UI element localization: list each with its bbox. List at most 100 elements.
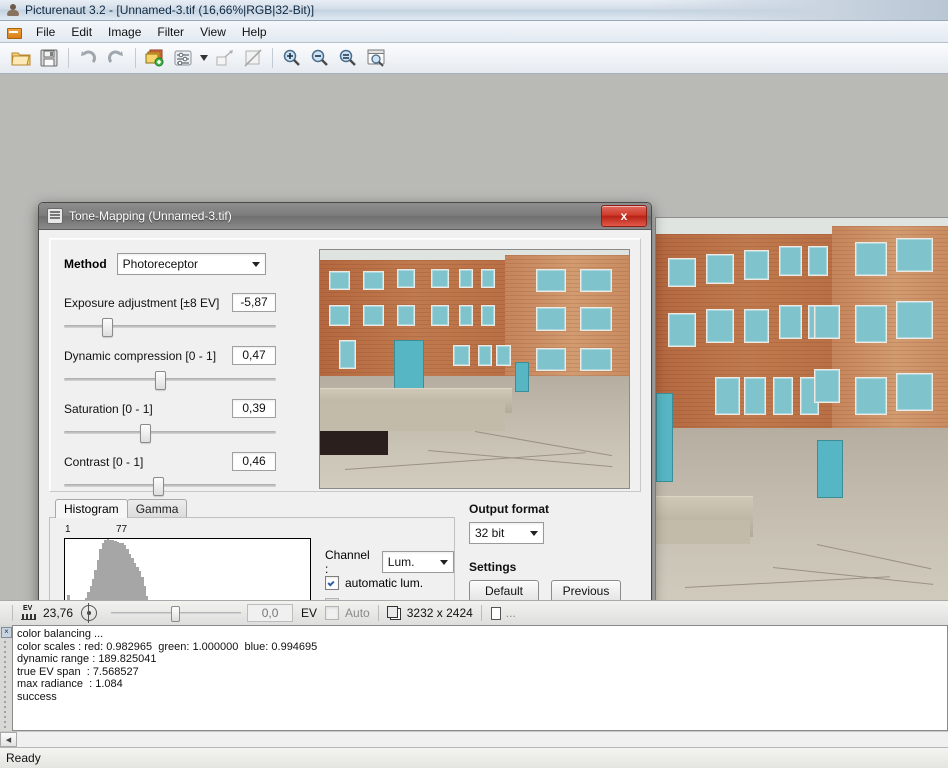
- slider-label: Exposure adjustment [±8 EV]: [64, 295, 220, 310]
- close-icon[interactable]: ×: [1, 627, 12, 638]
- create-hdr-icon[interactable]: [142, 46, 168, 70]
- tab-gamma[interactable]: Gamma: [126, 499, 188, 518]
- zoom-fit-icon[interactable]: [335, 46, 361, 70]
- automatic-lum-checkbox[interactable]: [325, 576, 339, 590]
- dropdown-arrow-icon[interactable]: [198, 46, 210, 70]
- page-value: ...: [505, 606, 516, 620]
- slider-thumb[interactable]: [102, 318, 114, 337]
- log-line: true EV span : 7.568527: [17, 665, 139, 678]
- ev-unit-label: EV: [301, 606, 318, 620]
- open-icon[interactable]: [8, 46, 34, 70]
- dialog-title-bar[interactable]: Tone-Mapping (Unnamed-3.tif) x: [39, 203, 651, 230]
- slider-track: [64, 378, 276, 381]
- saturation-value-field[interactable]: 0,39: [232, 399, 276, 418]
- histogram-bars: [65, 539, 310, 600]
- toolbar-separator: [272, 48, 273, 68]
- histogram-marker-right: 77: [116, 524, 128, 535]
- system-menu-icon[interactable]: [6, 25, 22, 39]
- slider-track: [64, 431, 276, 434]
- save-icon[interactable]: [36, 46, 62, 70]
- document-image-window[interactable]: [655, 217, 948, 600]
- horizontal-scrollbar[interactable]: ◀: [0, 731, 948, 747]
- tab-histogram[interactable]: Histogram: [55, 499, 128, 518]
- zoom-out-icon[interactable]: [307, 46, 333, 70]
- log-output[interactable]: color balancing ... color scales : red: …: [12, 625, 948, 731]
- chevron-down-icon: [440, 560, 448, 565]
- slider-thumb[interactable]: [140, 424, 152, 443]
- log-line: success: [17, 690, 57, 703]
- tone-mapping-icon: [47, 208, 63, 224]
- toolbar-separator: [68, 48, 69, 68]
- dynamic-compression-value-field[interactable]: 0,47: [232, 346, 276, 365]
- exposure-value-field[interactable]: -5,87: [232, 293, 276, 312]
- channel-row: Channel : Lum.: [325, 548, 454, 576]
- contrast-value-field[interactable]: 0,46: [232, 452, 276, 471]
- output-format-title: Output format: [469, 502, 549, 516]
- automatic-lum-row[interactable]: automatic lum.: [325, 576, 423, 590]
- output-format-value: 32 bit: [475, 526, 505, 540]
- ev-offset-field[interactable]: 0,0: [247, 604, 294, 622]
- settings-title: Settings: [469, 560, 517, 574]
- zoom-in-icon[interactable]: [279, 46, 305, 70]
- slider-label: Contrast [0 - 1]: [64, 454, 144, 469]
- default-button[interactable]: Default: [469, 580, 539, 600]
- slider-thumb[interactable]: [153, 477, 165, 496]
- log-panel-gripper[interactable]: ×: [0, 625, 12, 731]
- title-bar-fade: [648, 0, 948, 20]
- dynamic-compression-slider[interactable]: [64, 369, 276, 390]
- photo-scene-preview: [320, 250, 629, 488]
- close-icon[interactable]: x: [601, 205, 647, 227]
- menu-item-view[interactable]: View: [192, 23, 234, 41]
- tone-mapped-preview[interactable]: [319, 249, 630, 489]
- output-settings-panel: Output format 32 bit Settings Default Pr…: [469, 500, 629, 600]
- automatic-contrast-row[interactable]: automatic contrast: [325, 598, 443, 600]
- automatic-contrast-checkbox[interactable]: [325, 598, 339, 600]
- method-value: Photoreceptor: [122, 257, 199, 271]
- previous-button[interactable]: Previous: [551, 580, 621, 600]
- resize-icon[interactable]: [212, 46, 238, 70]
- method-label: Method: [64, 257, 107, 271]
- toolbar-separator: [135, 48, 136, 68]
- adjustments-icon[interactable]: [170, 46, 196, 70]
- ev-value: 23,76: [43, 606, 74, 620]
- histogram-panel: Histogram Gamma 1 77 Channel : Lum. auto…: [49, 499, 455, 600]
- slider-thumb[interactable]: [155, 371, 167, 390]
- parameter-controls: Method Photoreceptor Exposure adjustment…: [60, 249, 309, 496]
- tab-content-histogram: 1 77 Channel : Lum. automatic lum.: [49, 517, 455, 600]
- zoom-actual-icon[interactable]: [363, 46, 389, 70]
- separator: [480, 605, 482, 621]
- log-line: color scales : red: 0.982965 green: 1.00…: [17, 640, 318, 653]
- bottom-row: Histogram Gamma 1 77 Channel : Lum. auto…: [49, 499, 641, 600]
- exposure-slider[interactable]: [64, 316, 276, 337]
- saturation-slider[interactable]: [64, 422, 276, 443]
- target-icon[interactable]: [81, 603, 98, 623]
- menu-item-image[interactable]: Image: [100, 23, 149, 41]
- menu-item-edit[interactable]: Edit: [63, 23, 100, 41]
- menu-item-file[interactable]: File: [28, 23, 63, 41]
- method-select[interactable]: Photoreceptor: [116, 253, 266, 275]
- teal-door-main: [394, 340, 425, 395]
- ev-slider[interactable]: [111, 605, 242, 622]
- crop-icon[interactable]: [240, 46, 266, 70]
- redo-icon[interactable]: [103, 46, 129, 70]
- menu-item-help[interactable]: Help: [234, 23, 275, 41]
- channel-label: Channel :: [325, 548, 370, 576]
- channel-select[interactable]: Lum.: [381, 551, 454, 573]
- output-format-select[interactable]: 32 bit: [469, 522, 544, 544]
- contrast-slider[interactable]: [64, 475, 276, 496]
- toolbar: [0, 43, 948, 74]
- slider-label: Dynamic compression [0 - 1]: [64, 348, 217, 363]
- mdi-workspace: Tone-Mapping (Unnamed-3.tif) x Method Ph…: [0, 74, 948, 600]
- auto-ev-checkbox[interactable]: [325, 606, 340, 620]
- log-line: max radiance : 1.084: [17, 678, 123, 690]
- settings-buttons: Default Previous Load ... Save ...: [469, 580, 629, 600]
- log-line: color balancing ...: [17, 628, 104, 640]
- teal-door-far: [514, 361, 530, 393]
- undo-icon[interactable]: [75, 46, 101, 70]
- histogram-graph[interactable]: [64, 538, 311, 600]
- dialog-body: Method Photoreceptor Exposure adjustment…: [39, 230, 651, 600]
- menu-item-filter[interactable]: Filter: [149, 23, 192, 41]
- dialog-title: Tone-Mapping (Unnamed-3.tif): [69, 209, 232, 223]
- scroll-left-arrow[interactable]: ◀: [0, 732, 17, 747]
- slider-thumb[interactable]: [171, 606, 181, 622]
